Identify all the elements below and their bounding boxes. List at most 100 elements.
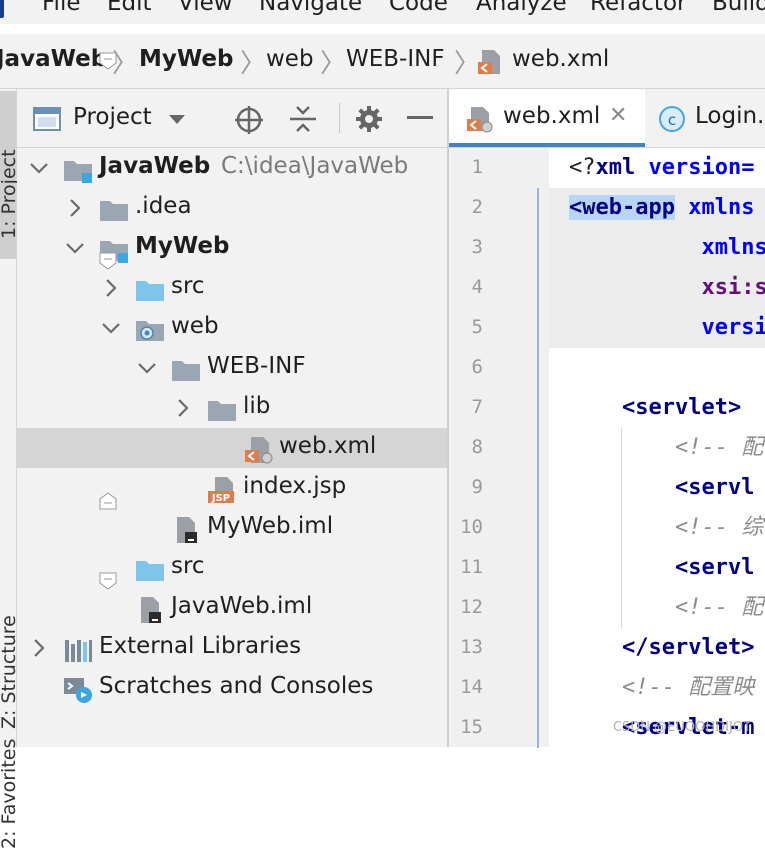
tree-item-label: src bbox=[171, 553, 205, 579]
menu-item-code[interactable]: Code bbox=[389, 0, 448, 16]
collapse-all-icon[interactable] bbox=[290, 105, 316, 133]
code-token: <!-- 配置映 bbox=[621, 675, 755, 700]
tree-item-label: WEB-INF bbox=[207, 353, 306, 379]
tree-item[interactable]: src bbox=[17, 268, 447, 308]
gear-icon[interactable] bbox=[355, 105, 383, 133]
breadcrumb-item-web-inf[interactable]: WEB-INF bbox=[346, 46, 445, 72]
fold-marker-icon[interactable] bbox=[99, 52, 117, 74]
tree-item[interactable]: MyWeb bbox=[17, 228, 447, 268]
chevron-right-icon[interactable] bbox=[171, 396, 195, 420]
project-panel-header: Project bbox=[17, 89, 447, 148]
tab-label: web.xml bbox=[503, 103, 601, 129]
fold-guide bbox=[537, 188, 539, 748]
chevron-right-icon[interactable] bbox=[99, 276, 123, 300]
tree-item-label: web bbox=[171, 313, 219, 339]
code-line[interactable]: <!-- 配置映 bbox=[569, 668, 754, 708]
tree-item[interactable]: MyWeb.iml bbox=[17, 508, 447, 548]
tree-item-label: JavaWeb bbox=[99, 153, 211, 179]
project-tree: JavaWeb C:\idea\JavaWeb .idea MyWeb src web WE… bbox=[17, 148, 447, 747]
svg-text:JSP: JSP bbox=[211, 493, 230, 504]
code-line[interactable]: </servlet> bbox=[569, 628, 754, 668]
tree-item[interactable]: .idea bbox=[17, 188, 447, 228]
tree-item[interactable]: JSP index.jsp bbox=[17, 468, 447, 508]
xml-file-icon bbox=[467, 107, 493, 133]
code-token: xsi:s bbox=[701, 275, 765, 300]
breadcrumb-item-javaweb[interactable]: JavaWeb bbox=[0, 46, 107, 72]
close-icon[interactable]: ✕ bbox=[609, 103, 627, 128]
tree-item[interactable]: JavaWeb C:\idea\JavaWeb bbox=[17, 148, 447, 188]
code-line[interactable]: versi bbox=[569, 308, 765, 348]
chevron-down-icon[interactable] bbox=[99, 316, 123, 340]
tree-item-label: MyWeb bbox=[135, 233, 230, 259]
tree-item-label: src bbox=[171, 273, 205, 299]
code-line[interactable]: <!-- 配 bbox=[569, 588, 763, 628]
tree-item[interactable]: External Libraries bbox=[17, 628, 447, 668]
code-token: <servlet> bbox=[621, 395, 742, 420]
locate-file-icon[interactable] bbox=[235, 106, 263, 134]
tree-item[interactable]: Scratches and Consoles bbox=[17, 668, 447, 708]
line-number: 1 bbox=[471, 156, 483, 178]
chevron-down-icon[interactable] bbox=[135, 356, 159, 380]
fold-marker-icon[interactable] bbox=[99, 572, 117, 594]
chevron-down-icon[interactable] bbox=[169, 115, 185, 125]
code-line[interactable]: <servl bbox=[569, 468, 754, 508]
tree-item[interactable]: web bbox=[17, 308, 447, 348]
chevron-down-icon[interactable] bbox=[63, 236, 87, 260]
menu-item-edit[interactable]: Edit bbox=[107, 0, 152, 16]
minimize-icon[interactable] bbox=[407, 116, 433, 120]
tree-item-label: JavaWeb.iml bbox=[171, 593, 313, 619]
menu-item-view[interactable]: View bbox=[178, 0, 233, 16]
breadcrumb-item-web[interactable]: web bbox=[266, 46, 314, 72]
line-number: 6 bbox=[471, 356, 483, 378]
tree-item[interactable]: web.xml bbox=[17, 428, 447, 468]
menu-item-file[interactable]: File bbox=[42, 0, 81, 16]
breadcrumb-item-myweb[interactable]: MyWeb bbox=[139, 46, 234, 72]
tree-item[interactable]: lib bbox=[17, 388, 447, 428]
code-token: xmlns bbox=[688, 195, 755, 220]
code-line[interactable]: <servl bbox=[569, 548, 754, 588]
favorites-tool-tab-label[interactable]: 2: Favorites bbox=[0, 739, 20, 849]
folder-icon bbox=[171, 356, 200, 382]
code-editor[interactable]: <?xml version= <web-app xmlns xmlns xsi:s… bbox=[549, 148, 765, 747]
tree-item[interactable]: JavaWeb.iml bbox=[17, 588, 447, 628]
chevron-down-icon[interactable] bbox=[27, 156, 51, 180]
chevron-right-icon[interactable] bbox=[63, 196, 87, 220]
code-line[interactable]: xsi:s bbox=[569, 268, 765, 308]
menu-item-navigate[interactable]: Navigate bbox=[259, 0, 362, 16]
fold-marker-icon[interactable] bbox=[99, 492, 117, 514]
chevron-right-icon[interactable] bbox=[27, 636, 51, 660]
code-line[interactable]: <web-app xmlns bbox=[569, 188, 754, 228]
breadcrumb-item-web-xml[interactable]: web.xml bbox=[512, 46, 609, 72]
folder-icon bbox=[207, 396, 236, 422]
line-number: 7 bbox=[471, 396, 483, 418]
menu-item-analyze[interactable]: Analyze bbox=[476, 0, 567, 16]
watermark: CSDN @EUOOHDIJOT bbox=[612, 720, 751, 735]
tree-item-label: lib bbox=[243, 393, 271, 419]
tree-item-label: External Libraries bbox=[99, 633, 302, 659]
project-view-selector[interactable]: Project bbox=[73, 104, 152, 130]
fold-marker-icon[interactable] bbox=[99, 252, 117, 274]
svg-text:c: c bbox=[668, 111, 676, 129]
code-line[interactable]: <!-- 综 bbox=[569, 508, 763, 548]
tree-item-path: C:\idea\JavaWeb bbox=[221, 153, 409, 179]
line-number: 5 bbox=[471, 316, 483, 338]
tree-item[interactable]: src bbox=[17, 548, 447, 588]
code-line[interactable]: <!-- 配 bbox=[569, 428, 763, 468]
scratches-icon bbox=[63, 676, 92, 703]
code-line[interactable]: <servlet> bbox=[569, 388, 741, 428]
menu-bar: File Edit View Navigate Code Analyze Refactor B… bbox=[0, 0, 765, 24]
code-line[interactable]: xmlns bbox=[569, 228, 765, 268]
code-token: <? bbox=[569, 155, 596, 180]
tab-login[interactable]: c Login. bbox=[645, 89, 765, 147]
code-token: xmlns bbox=[701, 235, 765, 260]
menu-item-build[interactable]: Build bbox=[712, 0, 765, 16]
line-number: 10 bbox=[460, 516, 483, 538]
tab-web-xml[interactable]: web.xml ✕ bbox=[449, 89, 645, 147]
tree-item[interactable]: WEB-INF bbox=[17, 348, 447, 388]
code-line[interactable]: <?xml version= bbox=[569, 148, 754, 188]
menu-item-refactor[interactable]: Refactor bbox=[590, 0, 686, 16]
